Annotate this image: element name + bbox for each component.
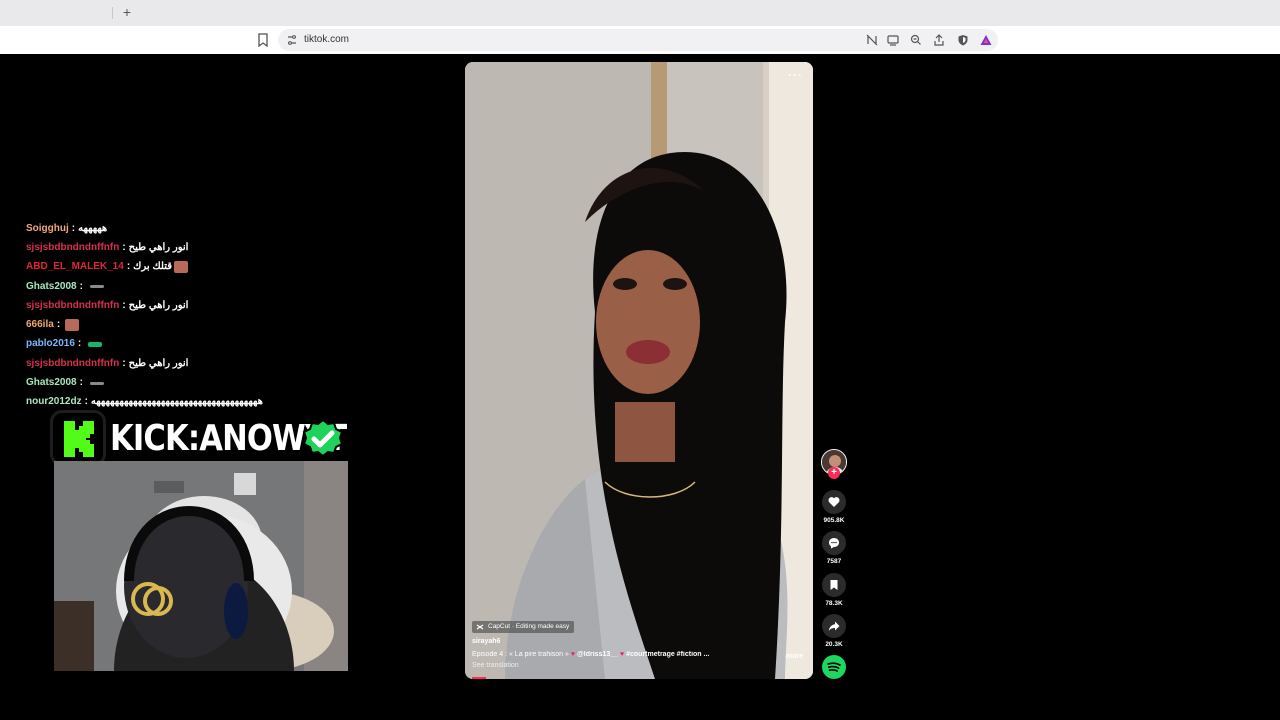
chat-message: pablo2016: (26, 335, 346, 354)
chat-username: Soigghuj (26, 222, 69, 234)
comment-button[interactable] (822, 531, 846, 555)
chat-username: nour2012dz (26, 396, 82, 408)
comment-count: 7587 (826, 558, 842, 565)
address-bar[interactable]: tiktok.com (278, 29, 998, 51)
chat-message: sjsjsbdbndndnffnfn: انور راهي طيح (26, 296, 346, 315)
like-button[interactable] (822, 490, 846, 514)
grey-emote-icon (89, 285, 104, 289)
comment-icon (829, 538, 839, 549)
tiktok-video-player[interactable]: ··· CapCut · Editing made easy sirayah6 … (465, 62, 813, 679)
save-count: 78.3K (825, 600, 843, 607)
streamer-image (54, 461, 348, 671)
verified-check-icon (302, 418, 344, 458)
chat-separator: : (77, 338, 82, 350)
save-button[interactable] (822, 573, 846, 597)
kick-logo-icon (64, 421, 94, 457)
shield-icon[interactable] (957, 34, 969, 46)
chat-message: Ghats2008: (26, 373, 346, 392)
like-count: 905.8K (823, 517, 845, 524)
grey-emote-icon (89, 381, 104, 385)
bookmark-icon[interactable] (257, 33, 269, 47)
reaction-emote-icon (65, 319, 80, 332)
browser-toolbar: tiktok.com (0, 26, 1280, 54)
share-count: 20.3K (825, 641, 843, 648)
chat-separator: : (84, 396, 88, 408)
url-text: tiktok.com (304, 34, 350, 45)
chat-separator: : (56, 319, 61, 331)
chat-text: ههههههههههههههههههههههههههههههههههههه (90, 396, 263, 408)
chat-username: 666ila (26, 319, 54, 331)
tab-divider (112, 7, 113, 19)
capcut-tag[interactable]: CapCut · Editing made easy (472, 621, 575, 633)
chat-text: انور راهي طيح (128, 299, 189, 311)
cast-icon[interactable] (887, 34, 899, 46)
chat-separator: : (122, 241, 126, 253)
caption-more-link[interactable]: more (786, 653, 803, 660)
new-tab-button[interactable]: + (120, 4, 134, 20)
chat-username: sjsjsbdbndndnffnfn (26, 357, 120, 369)
zoom-icon[interactable] (910, 34, 922, 46)
chat-message: Ghats2008: (26, 277, 346, 296)
chat-username: sjsjsbdbndndnffnfn (26, 241, 120, 253)
tab-strip: + (0, 0, 1280, 26)
share-icon[interactable] (933, 34, 945, 46)
video-progress-bar[interactable] (472, 677, 486, 679)
site-info-icon[interactable] (286, 34, 298, 46)
chat-message: sjsjsbdbndndnffnfn: انور راهي طيح (26, 238, 346, 257)
video-author[interactable]: sirayah6 (472, 638, 500, 645)
chat-username: Ghats2008 (26, 280, 77, 292)
chat-text: انور راهي طيح (128, 241, 189, 253)
kick-logo (50, 410, 106, 466)
chat-separator: : (79, 280, 83, 292)
chat-separator: : (71, 222, 76, 234)
capcut-icon (476, 624, 484, 630)
caption-mention[interactable]: @ldriss13__ (577, 651, 618, 658)
caption-hashtags[interactable]: #courtmetrage #fiction ... (626, 651, 709, 658)
chat-username: ABD_EL_MALEK_14 (26, 261, 124, 273)
chat-message: ABD_EL_MALEK_14: قتلك برك (26, 258, 346, 277)
chat-separator: : (122, 357, 126, 369)
chat-separator: : (122, 299, 126, 311)
spotify-icon[interactable] (822, 655, 846, 679)
follow-button[interactable]: + (828, 467, 840, 479)
caption-text: Épisode 4 : « La pire trahison » (472, 651, 569, 658)
chat-message: 666ila: (26, 315, 346, 334)
webcam-feed (54, 461, 348, 671)
chat-text: انور راهي طيح (128, 357, 189, 369)
chat-message: sjsjsbdbndndnffnfn: انور راهي طيح (26, 354, 346, 373)
chat-text: قتلك برك (133, 261, 173, 273)
see-translation-link[interactable]: See translation (472, 662, 519, 669)
bookmark-icon (830, 580, 838, 590)
capcut-label: CapCut · Editing made easy (488, 623, 570, 630)
caption-heart: ♥ (620, 651, 625, 658)
no-translate-icon[interactable] (866, 34, 878, 46)
heart-icon (828, 497, 840, 507)
video-caption: Épisode 4 : « La pire trahison » ♥ @ldri… (472, 651, 762, 658)
chat-username: sjsjsbdbndndnffnfn (26, 299, 120, 311)
caption-heart: ♥ (570, 651, 576, 658)
chat-text: هههههه (78, 222, 108, 234)
chat-separator: : (79, 377, 83, 389)
chat-message: Soigghuj: هههههه (26, 219, 346, 238)
reaction-emote-icon (174, 261, 189, 274)
chat-overlay: Soigghuj: هههههه sjsjsbdbndndnffnfn: انور … (26, 219, 346, 412)
green-emote-icon (88, 341, 103, 347)
video-frame (465, 62, 813, 679)
video-more-menu[interactable]: ··· (788, 68, 803, 82)
rewards-icon[interactable] (980, 34, 992, 46)
share-arrow-icon (828, 621, 840, 631)
chat-username: Ghats2008 (26, 377, 77, 389)
chat-separator: : (126, 261, 131, 273)
chat-username: pablo2016 (26, 338, 75, 350)
share-button[interactable] (822, 614, 846, 638)
